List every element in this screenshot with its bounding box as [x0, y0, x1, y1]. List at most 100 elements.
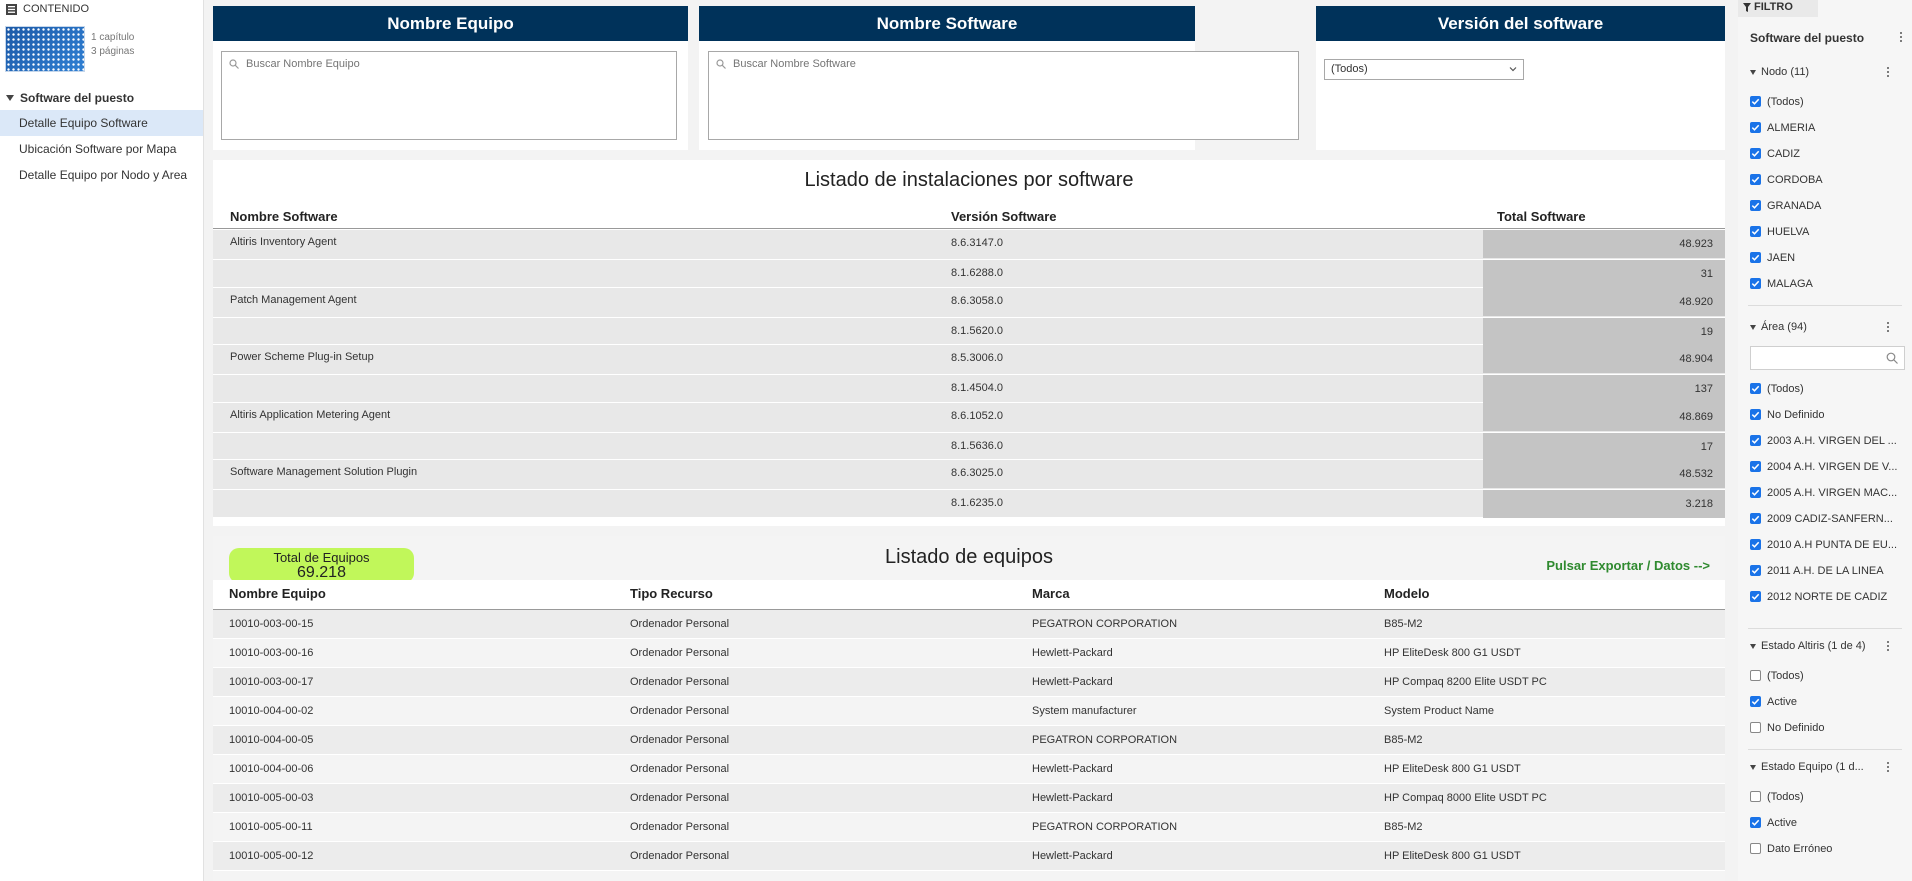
checkbox-checked-icon[interactable]	[1750, 252, 1761, 263]
col-nombre-equipo[interactable]: Nombre Equipo	[229, 586, 326, 601]
col-marca[interactable]: Marca	[1032, 586, 1070, 601]
checkbox-checked-icon[interactable]	[1750, 539, 1761, 550]
checkbox-checked-icon[interactable]	[1750, 461, 1761, 472]
filter-option[interactable]: (Todos)	[1750, 670, 1905, 684]
nav-ubicacion-software-mapa[interactable]: Ubicación Software por Mapa	[0, 136, 203, 162]
filter-group-area[interactable]: Área (94)	[1750, 321, 1807, 333]
col-total-software[interactable]: Total Software	[1497, 209, 1586, 224]
filter-option[interactable]: MALAGA	[1750, 278, 1905, 292]
checkbox-checked-icon[interactable]	[1750, 696, 1761, 707]
more-options-icon[interactable]	[1886, 761, 1890, 773]
table-row[interactable]: 10010-005-00-12 Ordenador Personal Hewlett…	[213, 842, 1725, 871]
more-options-icon[interactable]	[1899, 31, 1903, 43]
filter-group-nodo[interactable]: Nodo (11)	[1750, 66, 1809, 78]
table-row[interactable]: 10010-003-00-16 Ordenador Personal Hewlett…	[213, 639, 1725, 668]
table-row[interactable]: 8.1.5636.0 17	[213, 431, 1725, 461]
col-version-software[interactable]: Versión Software	[951, 209, 1056, 224]
more-options-icon[interactable]	[1886, 66, 1890, 78]
filter-option[interactable]: 2009 CADIZ-SANFERN...	[1750, 513, 1905, 527]
filter-option[interactable]: Dato Erróneo	[1750, 843, 1905, 857]
checkbox-checked-icon[interactable]	[1750, 122, 1761, 133]
filter-option[interactable]: Active	[1750, 696, 1905, 710]
filter-option[interactable]: 2005 A.H. VIRGEN MAC...	[1750, 487, 1905, 501]
table-row[interactable]: 8.1.5620.0 19	[213, 316, 1725, 346]
filter-group-estado-equipo[interactable]: Estado Equipo (1 d...	[1750, 761, 1864, 773]
export-data-link[interactable]: Pulsar Exportar / Datos -->	[1546, 558, 1710, 573]
filter-option[interactable]: 2011 A.H. DE LA LINEA	[1750, 565, 1905, 579]
col-tipo-recurso[interactable]: Tipo Recurso	[630, 586, 713, 601]
table-row[interactable]: 8.6.3147.0 48.923	[213, 230, 1725, 259]
checkbox-empty-icon[interactable]	[1750, 722, 1761, 733]
version-dropdown[interactable]: (Todos)	[1324, 59, 1524, 80]
checkbox-empty-icon[interactable]	[1750, 791, 1761, 802]
filter-option[interactable]: (Todos)	[1750, 96, 1905, 110]
checkbox-checked-icon[interactable]	[1750, 817, 1761, 828]
table-row[interactable]: 10010-005-00-03 Ordenador Personal Hewlett…	[213, 784, 1725, 813]
filter-option[interactable]: CADIZ	[1750, 148, 1905, 162]
filter-option[interactable]: JAEN	[1750, 252, 1905, 266]
table-row[interactable]: 8.1.6235.0 3.218	[213, 489, 1725, 518]
checkbox-checked-icon[interactable]	[1750, 96, 1761, 107]
table-row[interactable]: 10010-003-00-17 Ordenador Personal Hewlett…	[213, 668, 1725, 697]
col-modelo[interactable]: Modelo	[1384, 586, 1430, 601]
filter-option[interactable]: Active	[1750, 817, 1905, 831]
filter-option[interactable]: CORDOBA	[1750, 174, 1905, 188]
checkbox-checked-icon[interactable]	[1750, 513, 1761, 524]
table-row[interactable]: 10010-005-00-11 Ordenador Personal PEGATRO…	[213, 813, 1725, 842]
filter-option[interactable]: ALMERIA	[1750, 122, 1905, 136]
checkbox-empty-icon[interactable]	[1750, 843, 1761, 854]
table-row[interactable]: 10010-004-00-06 Ordenador Personal Hewlett…	[213, 755, 1725, 784]
report-thumbnail[interactable]	[5, 26, 85, 72]
software-group: Patch Management Agent 8.6.3058.0 48.920 8.…	[213, 287, 1725, 346]
filter-option[interactable]: 2004 A.H. VIRGEN DE V...	[1750, 461, 1905, 475]
more-options-icon[interactable]	[1886, 640, 1890, 652]
checkbox-checked-icon[interactable]	[1750, 383, 1761, 394]
filter-group-estado-altiris[interactable]: Estado Altiris (1 de 4)	[1750, 640, 1866, 652]
page-count: 3 páginas	[91, 46, 135, 57]
table-row[interactable]: 8.5.3006.0 48.904	[213, 345, 1725, 374]
filter-option[interactable]: GRANADA	[1750, 200, 1905, 214]
area-search-box[interactable]	[1750, 346, 1905, 370]
checkbox-empty-icon[interactable]	[1750, 670, 1761, 681]
more-options-icon[interactable]	[1886, 321, 1890, 333]
nav-detalle-equipo-software[interactable]: Detalle Equipo Software	[0, 110, 203, 136]
filter-option[interactable]: No Definido	[1750, 409, 1905, 423]
filter-option[interactable]: No Definido	[1750, 722, 1905, 736]
filter-option[interactable]: (Todos)	[1750, 383, 1905, 397]
table-row[interactable]: 8.6.3025.0 48.532	[213, 460, 1725, 489]
table-row[interactable]: 8.6.1052.0 48.869	[213, 402, 1725, 432]
filter-option[interactable]: (Todos)	[1750, 791, 1905, 805]
checkbox-checked-icon[interactable]	[1750, 148, 1761, 159]
table-row[interactable]: 8.6.3058.0 48.920	[213, 287, 1725, 317]
filter-option-label: 2003 A.H. VIRGEN DEL ...	[1767, 435, 1897, 447]
filter-option[interactable]: 2012 NORTE DE CADIZ	[1750, 591, 1905, 605]
equipo-search-box[interactable]	[221, 51, 677, 140]
filter-group-label: Área (94)	[1761, 321, 1807, 333]
checkbox-checked-icon[interactable]	[1750, 487, 1761, 498]
checkbox-checked-icon[interactable]	[1750, 226, 1761, 237]
modelo-cell: B85-M2	[1384, 821, 1423, 833]
checkbox-checked-icon[interactable]	[1750, 200, 1761, 211]
table-row[interactable]: 10010-003-00-15 Ordenador Personal PEGATRO…	[213, 610, 1725, 639]
checkbox-checked-icon[interactable]	[1750, 409, 1761, 420]
table-row[interactable]: 8.1.4504.0 137	[213, 374, 1725, 403]
nav-detalle-equipo-nodo-area[interactable]: Detalle Equipo por Nodo y Area	[0, 162, 203, 188]
checkbox-checked-icon[interactable]	[1750, 435, 1761, 446]
filter-tab[interactable]: FILTRO	[1738, 0, 1818, 17]
checkbox-checked-icon[interactable]	[1750, 591, 1761, 602]
table-row[interactable]: 10010-004-00-02 Ordenador Personal System …	[213, 697, 1725, 726]
equipo-search-input[interactable]	[246, 58, 610, 70]
software-search-input[interactable]	[733, 58, 1205, 70]
modelo-cell: HP EliteDesk 800 G1 USDT	[1384, 763, 1521, 775]
checkbox-checked-icon[interactable]	[1750, 174, 1761, 185]
table-row[interactable]: 10010-004-00-05 Ordenador Personal PEGATRO…	[213, 726, 1725, 755]
filter-option[interactable]: 2010 A.H PUNTA DE EU...	[1750, 539, 1905, 553]
col-nombre-software[interactable]: Nombre Software	[230, 209, 338, 224]
checkbox-checked-icon[interactable]	[1750, 565, 1761, 576]
section-software-del-puesto[interactable]: Software del puesto	[0, 89, 203, 107]
software-search-box[interactable]	[708, 51, 1299, 140]
filter-option[interactable]: HUELVA	[1750, 226, 1905, 240]
checkbox-checked-icon[interactable]	[1750, 278, 1761, 289]
table-row[interactable]: 8.1.6288.0 31	[213, 259, 1725, 288]
filter-option[interactable]: 2003 A.H. VIRGEN DEL ...	[1750, 435, 1905, 449]
